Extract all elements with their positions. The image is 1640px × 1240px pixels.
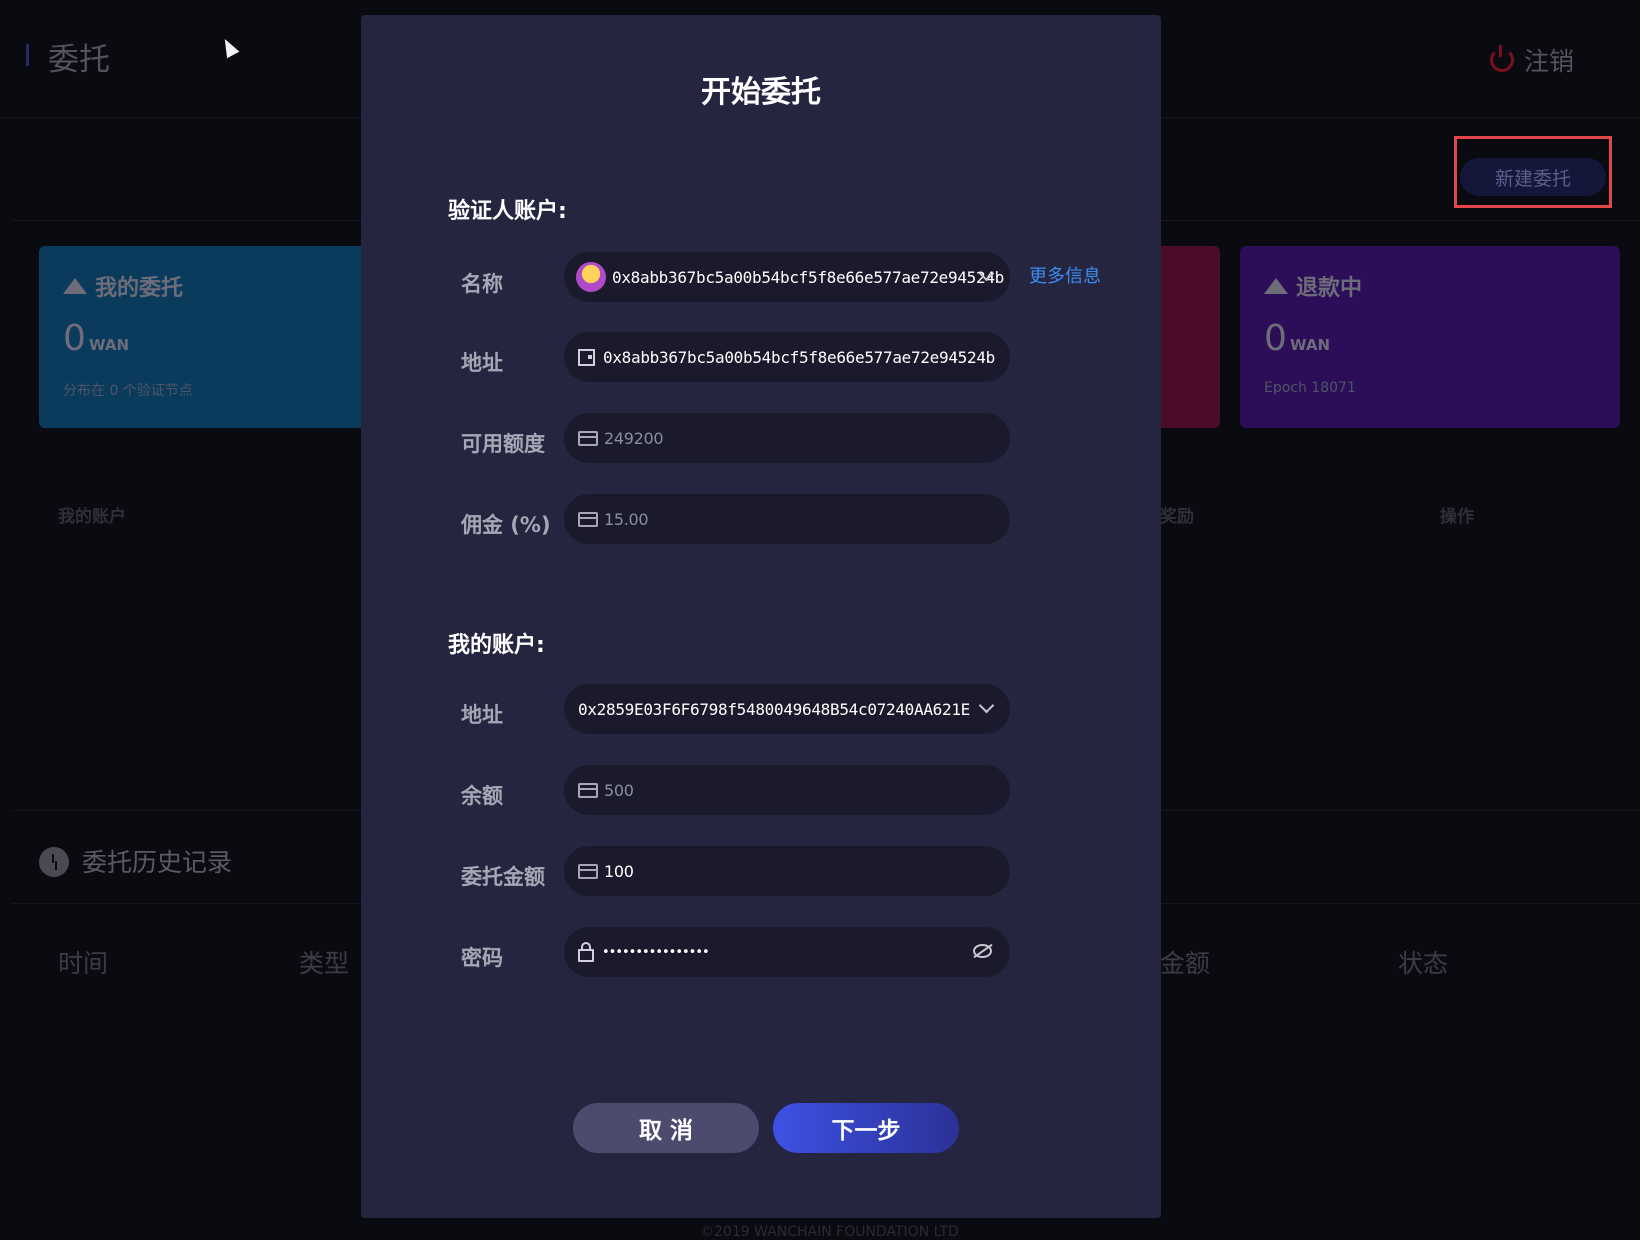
column-header-reward: 奖励 xyxy=(1160,507,1194,527)
balance-label: 余额 xyxy=(461,784,503,808)
credit-card-icon xyxy=(578,782,598,798)
name-label: 名称 xyxy=(461,272,503,296)
validator-section-title: 验证人账户: xyxy=(448,199,567,224)
balance-field: 500 xyxy=(564,765,1010,815)
amount-value: 100 xyxy=(604,861,634,881)
history-column-time: 时间 xyxy=(58,949,109,978)
credit-card-icon xyxy=(578,430,598,446)
delegation-amount-input[interactable]: 100 xyxy=(564,846,1010,896)
password-label: 密码 xyxy=(461,946,503,970)
history-title: 委托历史记录 xyxy=(82,848,233,877)
wallet-icon xyxy=(578,348,595,366)
card-subtitle: 分布在 0 个验证节点 xyxy=(63,383,193,399)
my-address-label: 地址 xyxy=(461,703,503,727)
new-delegation-button[interactable]: 新建委托 xyxy=(1460,158,1606,196)
eye-hidden-icon[interactable] xyxy=(973,944,992,958)
next-button[interactable]: 下一步 xyxy=(773,1103,959,1153)
footer-copyright: ©2019 WANCHAIN FOUNDATION LTD xyxy=(700,1224,959,1240)
validator-select[interactable]: 0x8abb367bc5a00b54bcf5f8e66e577ae72e9452… xyxy=(564,252,1010,302)
history-column-type: 类型 xyxy=(299,949,350,978)
card-amount: 0 xyxy=(63,318,86,359)
validator-avatar xyxy=(576,262,606,292)
card-unit: WAN xyxy=(1290,336,1331,354)
title-accent-bar xyxy=(26,44,29,66)
quota-label: 可用额度 xyxy=(461,432,545,456)
my-address-value: 0x2859E03F6F6798f5480049648B54c07240AA62… xyxy=(578,699,970,719)
mouse-cursor-icon xyxy=(218,35,240,59)
mountain-icon xyxy=(63,278,87,294)
amount-label: 委托金额 xyxy=(461,865,545,889)
quota-field: 249200 xyxy=(564,413,1010,463)
validator-address-value: 0x8abb367bc5a00b54bcf5f8e66e577ae72e9452… xyxy=(603,347,995,367)
logout-button[interactable]: 注销 xyxy=(1490,42,1574,78)
quota-value: 249200 xyxy=(604,428,664,448)
logout-label: 注销 xyxy=(1524,47,1575,76)
refunding-card: 退款中 0 WAN Epoch 18071 xyxy=(1240,246,1620,428)
password-input[interactable]: •••••••••••••••• xyxy=(564,927,1010,977)
start-delegation-modal: 开始委托 验证人账户: 名称 0x8abb367bc5a00b54bcf5f8e… xyxy=(361,15,1161,1218)
my-address-select[interactable]: 0x2859E03F6F6798f5480049648B54c07240AA62… xyxy=(564,684,1010,734)
column-header-action: 操作 xyxy=(1440,507,1474,527)
card-title: 我的委托 xyxy=(95,276,184,301)
card-unit: WAN xyxy=(89,336,130,354)
validator-name-value: 0x8abb367bc5a00b54bcf5f8e66e577ae72e9452… xyxy=(612,267,1004,287)
chevron-down-icon xyxy=(978,697,995,714)
card-header: 我的委托 xyxy=(63,270,183,302)
my-delegation-card: 我的委托 0 WAN 分布在 0 个验证节点 xyxy=(39,246,379,428)
more-info-link[interactable]: 更多信息 xyxy=(1029,262,1101,288)
my-account-section-title: 我的账户: xyxy=(448,633,545,658)
page-title: 委托 xyxy=(48,42,110,78)
card-title: 退款中 xyxy=(1296,276,1363,301)
credit-card-icon xyxy=(578,863,598,879)
password-value: •••••••••••••••• xyxy=(602,944,710,960)
validator-address-field: 0x8abb367bc5a00b54bcf5f8e66e577ae72e9452… xyxy=(564,332,1010,382)
history-column-status: 状态 xyxy=(1398,949,1449,978)
credit-card-icon xyxy=(578,511,598,527)
card-header: 退款中 xyxy=(1264,270,1362,302)
clock-icon xyxy=(39,847,69,877)
history-column-amount: 金额 xyxy=(1160,949,1211,978)
lock-icon xyxy=(578,941,594,962)
card-subtitle: Epoch 18071 xyxy=(1264,380,1356,396)
card-amount: 0 xyxy=(1264,318,1287,359)
mountain-icon xyxy=(1264,278,1288,294)
validator-address-label: 地址 xyxy=(461,351,503,375)
power-icon xyxy=(1490,45,1514,72)
column-header-account: 我的账户 xyxy=(58,507,126,527)
commission-value: 15.00 xyxy=(604,509,649,529)
modal-title: 开始委托 xyxy=(701,75,821,110)
cancel-button[interactable]: 取 消 xyxy=(573,1103,759,1153)
balance-value: 500 xyxy=(604,780,634,800)
commission-field: 15.00 xyxy=(564,494,1010,544)
commission-label: 佣金 (%) xyxy=(461,513,551,537)
